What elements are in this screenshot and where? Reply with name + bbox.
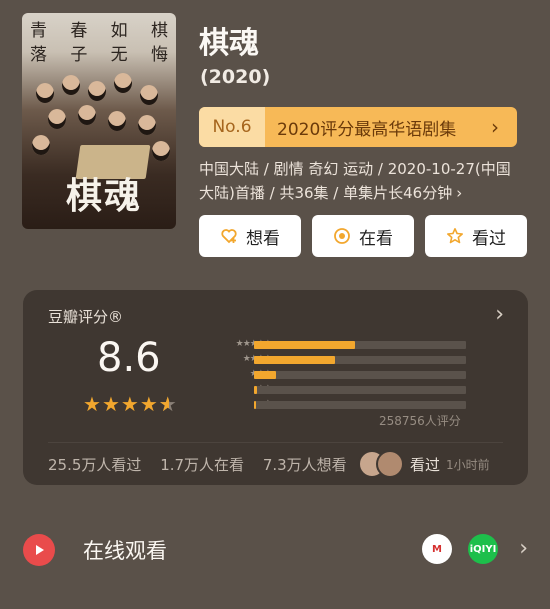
watching-count: 1.7万人在看	[160, 456, 245, 474]
watched-count: 25.5万人看过	[48, 456, 142, 474]
distribution-row: ★★★	[191, 368, 491, 382]
poem-row-1: 青 春 如 棋	[30, 19, 168, 43]
distribution-track	[254, 386, 466, 394]
rating-card[interactable]: 豆瓣评分® › 8.6 ★ ★ ★ ★ ★ ★★★★★ ★★★★ ★★★ ★★ …	[23, 290, 528, 485]
distribution-row: ★	[191, 398, 491, 412]
iqiyi-icon[interactable]: iQIYI	[468, 534, 498, 564]
want-to-watch-label: 想看	[246, 228, 280, 249]
mango-tv-icon[interactable]: M	[422, 534, 452, 564]
distribution-bar	[254, 386, 258, 394]
drama-meta-info[interactable]: 中国大陆 / 剧情 奇幻 运动 / 2020-10-27(中国大陆)首播 / 共…	[199, 157, 521, 205]
distribution-bar	[254, 341, 356, 349]
chevron-right-icon[interactable]: ›	[495, 302, 504, 327]
star-full-icon: ★	[83, 392, 101, 416]
audience-stats: 25.5万人看过 1.7万人在看 7.3万人想看	[48, 454, 361, 475]
distribution-track	[254, 341, 466, 349]
chevron-right-icon: ›	[519, 536, 528, 561]
poem-char: 悔	[150, 45, 168, 65]
star-full-icon: ★	[120, 392, 139, 416]
watched-button[interactable]: 看过	[425, 215, 527, 257]
rating-stars: ★ ★ ★ ★ ★	[83, 394, 177, 414]
ranking-number: No.6	[199, 107, 265, 147]
play-icon	[23, 534, 55, 566]
drama-year: (2020)	[200, 66, 271, 88]
poem-char: 青	[30, 21, 47, 41]
meta-text: 中国大陆 / 剧情 奇幻 运动 / 2020-10-27(中国大陆)首播 / 共…	[199, 160, 511, 202]
watch-online-row[interactable]: 在线观看 M iQIYI ›	[23, 528, 528, 572]
poem-char: 落	[30, 45, 47, 65]
rating-score: 8.6	[97, 335, 161, 381]
target-circle-icon	[333, 227, 351, 245]
watch-online-label: 在线观看	[83, 539, 167, 563]
rating-distribution: ★★★★★ ★★★★ ★★★ ★★ ★	[191, 338, 491, 413]
chevron-right-icon: ›	[491, 115, 499, 139]
poem-char: 棋	[150, 21, 168, 41]
watching-label: 在看	[359, 228, 393, 249]
chevron-right-icon: ›	[456, 184, 463, 202]
distribution-bar	[254, 356, 335, 364]
friends-activity[interactable]: 看过 1小时前	[358, 450, 490, 478]
want-count: 7.3万人想看	[262, 456, 347, 474]
distribution-row: ★★★★	[191, 353, 491, 367]
ranking-badge[interactable]: No.6 2020评分最高华语剧集 ›	[199, 107, 517, 147]
friends-seen-label: 看过	[410, 455, 441, 474]
rating-count: 258756人评分	[379, 414, 461, 428]
watching-button[interactable]: 在看	[312, 215, 414, 257]
douban-rating-label: 豆瓣评分®	[48, 308, 124, 326]
distribution-track	[254, 371, 466, 379]
poster-image[interactable]: 青 春 如 棋 落 子 无 悔 棋魂	[22, 13, 176, 229]
star-outline-icon	[446, 227, 464, 245]
ranking-text: 2020评分最高华语剧集	[277, 119, 457, 140]
star-half-icon: ★	[159, 394, 177, 414]
divider	[48, 442, 503, 443]
drama-title: 棋魂	[199, 26, 259, 61]
poster-poem: 青 春 如 棋 落 子 无 悔	[30, 19, 168, 67]
distribution-track	[254, 356, 466, 364]
star-full-icon: ★	[139, 392, 158, 416]
distribution-row: ★★	[191, 383, 491, 397]
want-to-watch-button[interactable]: 想看	[199, 215, 301, 257]
distribution-row: ★★★★★	[191, 338, 491, 352]
poster-title-art: 棋魂	[66, 175, 143, 217]
watched-label: 看过	[472, 228, 506, 249]
friends-seen-time: 1小时前	[446, 457, 490, 472]
poem-char: 如	[110, 21, 128, 41]
friend-avatar	[376, 450, 404, 478]
distribution-bar	[254, 371, 277, 379]
poem-char: 无	[110, 45, 128, 65]
distribution-bar	[254, 401, 257, 409]
distribution-track	[254, 401, 466, 409]
poem-row-2: 落 子 无 悔	[30, 43, 168, 67]
poem-char: 春	[70, 21, 88, 41]
heart-plus-icon	[220, 227, 238, 245]
streaming-apps: M iQIYI	[422, 534, 498, 564]
star-full-icon: ★	[101, 392, 120, 416]
poem-char: 子	[70, 45, 88, 65]
